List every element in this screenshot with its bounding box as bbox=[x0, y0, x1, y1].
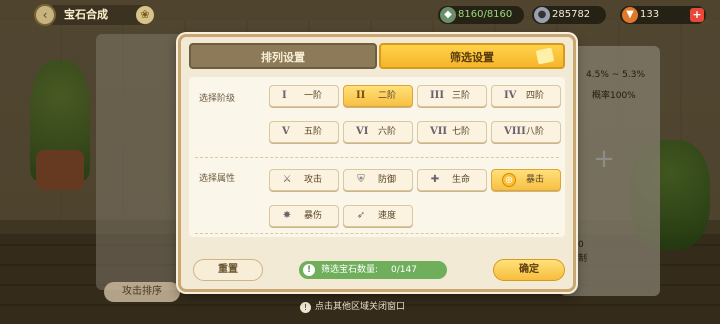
attr-chip-label: 防御 bbox=[378, 175, 397, 185]
dialog-tabs: 排列设置 筛选设置 bbox=[189, 43, 565, 69]
grade-chip-2[interactable]: II 二阶 bbox=[343, 85, 413, 107]
attr-chip-label: 暴伤 bbox=[304, 211, 323, 221]
attr-chip-crit[interactable]: ⊕ 暴击 bbox=[491, 169, 561, 191]
attr-chip-label: 生命 bbox=[452, 175, 471, 185]
grade-chip-6[interactable]: VI 六阶 bbox=[343, 121, 413, 143]
attr-chip-defense[interactable]: ⛨ 防御 bbox=[343, 169, 413, 191]
roman-numeral-icon: VI bbox=[356, 126, 369, 137]
resource-silver-value: 285782 bbox=[552, 9, 591, 20]
close-hint: ! 点击其他区域关闭窗口 bbox=[300, 299, 440, 315]
title-badge-icon: ❀ bbox=[136, 6, 154, 24]
attr-chip-health[interactable]: ✚ 生命 bbox=[417, 169, 487, 191]
grade-chip-3[interactable]: III 三阶 bbox=[417, 85, 487, 107]
tab-sort-settings[interactable]: 排列设置 bbox=[189, 43, 377, 69]
shield-icon: ⛨ bbox=[357, 174, 365, 185]
health-cross-icon: ✚ bbox=[430, 174, 440, 185]
grade-section-label: 选择阶级 bbox=[199, 94, 236, 104]
grade-chip-label: 二阶 bbox=[378, 91, 397, 101]
back-button[interactable]: ‹ bbox=[34, 4, 56, 26]
grade-chip-5[interactable]: V 五阶 bbox=[269, 121, 339, 143]
resource-carrot-value: 133 bbox=[640, 9, 660, 20]
tab-deco-icon bbox=[535, 47, 555, 65]
add-resource-button[interactable]: + bbox=[690, 8, 704, 22]
gem-count-value: 0/147 bbox=[391, 265, 417, 275]
attr-chip-label: 速度 bbox=[378, 211, 397, 221]
reset-button[interactable]: 重置 bbox=[193, 259, 263, 281]
confirm-button[interactable]: 确定 bbox=[493, 259, 565, 281]
burst-icon: ✸ bbox=[282, 210, 292, 221]
filter-dialog: 排列设置 筛选设置 选择阶级 I 一阶 II 二阶 III 三阶 IV 四阶 V… bbox=[178, 34, 576, 292]
resource-gem-value: 8160/8160 bbox=[458, 9, 513, 20]
carrot-icon: ▼ bbox=[622, 7, 638, 23]
top-bar: 宝石合成 ‹ ❀ ◆ 8160/8160 ● 285782 ▼ 133 + bbox=[0, 0, 720, 30]
grade-chip-label: 一阶 bbox=[304, 91, 323, 101]
filter-panel: 选择阶级 I 一阶 II 二阶 III 三阶 IV 四阶 V 五阶 VI 六阶 … bbox=[189, 77, 565, 237]
roman-numeral-icon: VIII bbox=[504, 126, 526, 137]
gem-count-indicator: ! 筛选宝石数量: 0/147 bbox=[299, 261, 447, 279]
roman-numeral-icon: V bbox=[282, 126, 290, 137]
grade-chip-label: 六阶 bbox=[378, 127, 397, 137]
info-icon: ! bbox=[300, 302, 311, 313]
attribute-section-label: 选择属性 bbox=[199, 174, 236, 184]
attr-chip-crit-damage[interactable]: ✸ 暴伤 bbox=[269, 205, 339, 227]
grade-chip-4[interactable]: IV 四阶 bbox=[491, 85, 561, 107]
grade-chip-8[interactable]: VIII 八阶 bbox=[491, 121, 561, 143]
attr-chip-label: 攻击 bbox=[304, 175, 323, 185]
close-hint-text: 点击其他区域关闭窗口 bbox=[315, 302, 406, 312]
dialog-footer: 重置 ! 筛选宝石数量: 0/147 确定 bbox=[189, 259, 565, 283]
attr-chip-label: 暴击 bbox=[526, 175, 545, 185]
grade-chip-label: 五阶 bbox=[304, 127, 323, 137]
info-icon: ! bbox=[303, 264, 315, 276]
bg-sort-button: 攻击排序 bbox=[104, 282, 180, 302]
grade-chip-label: 三阶 bbox=[452, 91, 471, 101]
page-title: 宝石合成 bbox=[50, 5, 146, 25]
attr-chip-speed[interactable]: ➶ 速度 bbox=[343, 205, 413, 227]
gem-count-label: 筛选宝石数量: bbox=[321, 265, 379, 275]
roman-numeral-icon: VII bbox=[430, 126, 448, 137]
resource-gem: ◆ 8160/8160 bbox=[438, 6, 524, 24]
roman-numeral-icon: III bbox=[430, 90, 445, 101]
grade-chip-1[interactable]: I 一阶 bbox=[269, 85, 339, 107]
attr-chip-attack[interactable]: ⚔ 攻击 bbox=[269, 169, 339, 191]
section-divider bbox=[195, 233, 559, 234]
roman-numeral-icon: IV bbox=[504, 90, 517, 101]
grade-chip-label: 四阶 bbox=[526, 91, 545, 101]
section-divider bbox=[195, 157, 559, 158]
roman-numeral-icon: I bbox=[282, 90, 287, 101]
silver-coin-icon: ● bbox=[534, 7, 550, 23]
grade-chip-7[interactable]: VII 七阶 bbox=[417, 121, 487, 143]
resource-silver: ● 285782 bbox=[532, 6, 606, 24]
resource-carrot: ▼ 133 + bbox=[620, 6, 706, 24]
wing-icon: ➶ bbox=[356, 210, 366, 221]
crosshair-icon: ⊕ bbox=[502, 173, 516, 187]
sword-icon: ⚔ bbox=[282, 174, 292, 185]
grade-chip-label: 七阶 bbox=[452, 127, 471, 137]
tab-filter-settings[interactable]: 筛选设置 bbox=[379, 43, 565, 69]
tab-filter-label: 筛选设置 bbox=[450, 51, 494, 64]
gem-currency-icon: ◆ bbox=[440, 7, 456, 23]
roman-numeral-icon: II bbox=[356, 90, 366, 101]
grade-chip-label: 八阶 bbox=[526, 127, 545, 137]
